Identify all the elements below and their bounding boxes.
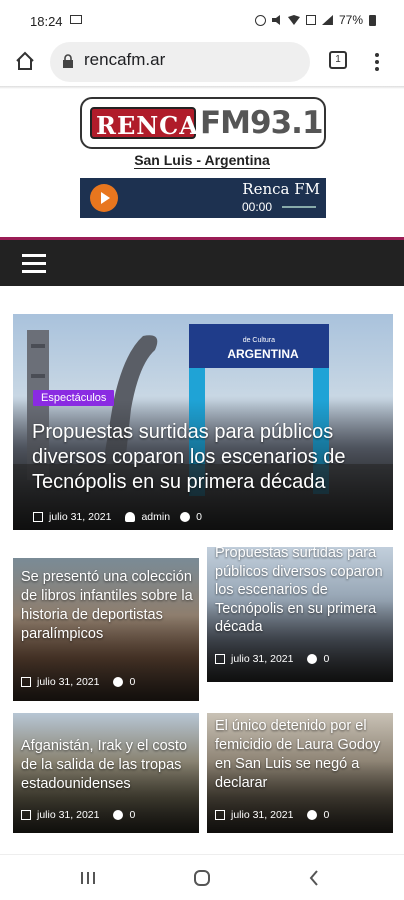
logo-red-box: RENCA bbox=[90, 107, 199, 140]
browser-screen: 18:24 77% rencafm.ar 1 RENCA FM93.1 San … bbox=[0, 0, 404, 900]
article-meta: julio 31, 2021 0 bbox=[215, 653, 329, 665]
tabs-icon[interactable]: 1 bbox=[329, 51, 347, 69]
site-subtitle-text: San Luis - Argentina bbox=[134, 152, 270, 169]
article-title[interactable]: El único detenido por el femicidio de La… bbox=[215, 717, 391, 793]
article-meta: julio 31, 2021 0 bbox=[21, 676, 135, 688]
featured-meta: julio 31, 2021 admin 0 bbox=[33, 511, 202, 523]
status-time: 18:24 bbox=[30, 14, 63, 29]
radio-player: Renca FM 00:00 bbox=[80, 178, 326, 218]
article-title[interactable]: Afganistán, Irak y el costo de la salida… bbox=[21, 737, 199, 794]
article-title[interactable]: Se presentó una colección de libros infa… bbox=[21, 568, 197, 644]
featured-comments: 0 bbox=[196, 511, 202, 523]
signal-icon bbox=[321, 15, 333, 25]
article-date: julio 31, 2021 bbox=[231, 653, 294, 665]
featured-title[interactable]: Propuestas surtidas para públicos divers… bbox=[32, 420, 388, 495]
recent-apps-icon[interactable] bbox=[80, 871, 96, 885]
featured-article[interactable]: de Cultura ARGENTINA Espectáculos Propue… bbox=[13, 314, 393, 530]
wifi-icon bbox=[287, 15, 300, 25]
comment-icon bbox=[113, 810, 124, 820]
battery-percent: 77% bbox=[338, 13, 363, 27]
calendar-icon bbox=[215, 654, 225, 664]
featured-date: julio 31, 2021 bbox=[49, 511, 112, 523]
article-date: julio 31, 2021 bbox=[37, 676, 100, 688]
article-card[interactable]: Se presentó una colección de libros infa… bbox=[13, 558, 199, 701]
comment-icon bbox=[180, 512, 191, 522]
alarm-icon bbox=[254, 14, 266, 26]
back-icon[interactable] bbox=[309, 870, 319, 886]
calendar-icon bbox=[21, 810, 31, 820]
system-nav-bar bbox=[0, 854, 404, 900]
category-badge[interactable]: Espectáculos bbox=[33, 390, 115, 406]
article-comments: 0 bbox=[129, 809, 136, 821]
lock-icon bbox=[63, 54, 73, 68]
article-meta: julio 31, 2021 0 bbox=[215, 809, 329, 821]
play-button[interactable] bbox=[90, 184, 118, 212]
article-card[interactable]: Afganistán, Irak y el costo de la salida… bbox=[13, 713, 199, 833]
article-date: julio 31, 2021 bbox=[231, 809, 294, 821]
mail-icon bbox=[70, 15, 82, 24]
more-menu-icon[interactable] bbox=[374, 52, 380, 72]
sign-small-text: de Cultura bbox=[243, 337, 275, 344]
user-icon bbox=[125, 512, 136, 522]
article-comments: 0 bbox=[323, 809, 330, 821]
comment-icon bbox=[113, 677, 124, 687]
article-card[interactable]: Propuestas surtidas para públicos divers… bbox=[207, 547, 393, 682]
comment-icon bbox=[307, 654, 318, 664]
logo-left-text: RENCA bbox=[96, 111, 199, 140]
volume-slider[interactable] bbox=[282, 206, 316, 208]
home-button-icon[interactable] bbox=[193, 869, 211, 887]
calendar-icon bbox=[215, 810, 225, 820]
lte-icon bbox=[305, 15, 316, 25]
url-text[interactable]: rencafm.ar bbox=[84, 50, 165, 70]
calendar-icon bbox=[33, 512, 43, 522]
article-comments: 0 bbox=[129, 676, 136, 688]
toolbar-divider bbox=[0, 86, 404, 89]
calendar-icon bbox=[21, 677, 31, 687]
article-date: julio 31, 2021 bbox=[37, 809, 100, 821]
article-title[interactable]: Propuestas surtidas para públicos divers… bbox=[215, 547, 391, 637]
hamburger-menu-icon[interactable] bbox=[22, 254, 46, 273]
status-bar: 18:24 77% bbox=[0, 0, 404, 36]
browser-toolbar: rencafm.ar 1 bbox=[0, 38, 404, 86]
site-logo[interactable]: RENCA FM93.1 bbox=[80, 97, 326, 149]
battery-icon bbox=[369, 14, 376, 26]
player-station: Renca FM bbox=[242, 180, 320, 198]
main-nav bbox=[0, 240, 404, 286]
player-time: 00:00 bbox=[242, 200, 273, 214]
status-icons: 77% bbox=[254, 13, 376, 27]
featured-author[interactable]: admin bbox=[141, 511, 170, 523]
site-subtitle: San Luis - Argentina bbox=[0, 152, 404, 169]
article-card[interactable]: El único detenido por el femicidio de La… bbox=[207, 713, 393, 833]
home-icon[interactable] bbox=[14, 50, 36, 72]
article-comments: 0 bbox=[323, 653, 330, 665]
sign-text: ARGENTINA bbox=[227, 347, 299, 361]
logo-right-text: FM93.1 bbox=[200, 105, 324, 141]
comment-icon bbox=[307, 810, 318, 820]
mute-icon bbox=[271, 15, 280, 25]
article-meta: julio 31, 2021 0 bbox=[21, 809, 135, 821]
